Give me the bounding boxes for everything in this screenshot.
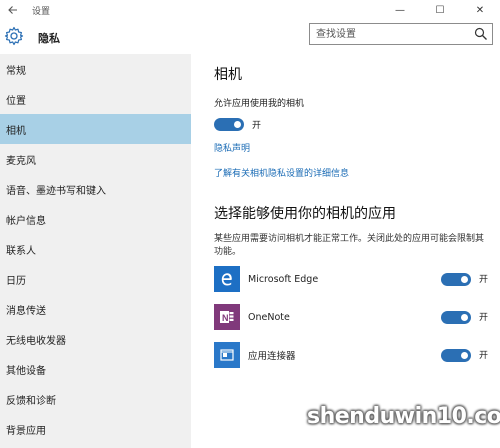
page-title: 隐私 (38, 32, 60, 45)
close-button[interactable]: ✕ (460, 0, 500, 20)
sidebar-item-feedback[interactable]: 反馈和诊断 (0, 384, 191, 414)
privacy-statement-link[interactable]: 隐私声明 (214, 141, 494, 154)
main-content: 相机 允许应用使用我的相机 开 隐私声明 了解有关相机隐私设置的详细信息 选择能… (214, 54, 494, 259)
edge-camera-toggle[interactable] (441, 273, 471, 286)
app-state: 开 (479, 351, 489, 361)
back-button[interactable] (0, 0, 26, 20)
sidebar: 常规 位置 相机 麦克风 语音、墨迹书写和键入 帐户信息 联系人 日历 消息传送… (0, 54, 191, 448)
apps-description: 某些应用需要访问相机才能正常工作。关闭此处的应用可能会限制其功能。 (214, 234, 485, 257)
choose-apps-heading: 选择能够使用你的相机的应用 (214, 206, 396, 222)
sidebar-item-messaging[interactable]: 消息传送 (0, 294, 191, 324)
edge-glyph (221, 273, 232, 286)
sidebar-item-camera[interactable]: 相机 (0, 114, 191, 144)
allow-toggle-row: 开 (214, 117, 494, 131)
app-connector-icon (214, 342, 240, 368)
title-bar: 设置 — ☐ ✕ (0, 0, 500, 20)
onenote-icon: N (214, 304, 240, 330)
window-controls: — ☐ ✕ (380, 0, 500, 20)
sidebar-item-other-devices[interactable]: 其他设备 (0, 354, 191, 384)
sidebar-item-location[interactable]: 位置 (0, 84, 191, 114)
connector-glyph (220, 349, 234, 361)
allow-caption: 允许应用使用我的相机 (214, 99, 305, 109)
sidebar-item-microphone[interactable]: 麦克风 (0, 144, 191, 174)
search-input[interactable] (310, 24, 470, 44)
gear-icon (4, 26, 24, 46)
sidebar-item-background-apps[interactable]: 背景应用 (0, 414, 191, 444)
app-row-connector: 应用连接器 开 (214, 341, 494, 369)
search-box[interactable] (309, 23, 493, 45)
app-state: 开 (479, 313, 489, 323)
maximize-button[interactable]: ☐ (420, 0, 460, 20)
allow-camera-toggle[interactable] (214, 117, 244, 131)
app-title: 设置 (32, 6, 51, 17)
sidebar-item-account-info[interactable]: 帐户信息 (0, 204, 191, 234)
toggle-knob (234, 120, 241, 128)
onenote-glyph: N (220, 311, 234, 323)
minimize-button[interactable]: — (380, 0, 420, 20)
app-name: Microsoft Edge (248, 273, 319, 285)
watermark: shenduwin10.com (307, 404, 500, 429)
app-state: 开 (479, 275, 489, 285)
toggle-knob (461, 276, 468, 283)
app-name: 应用连接器 (248, 351, 296, 362)
search-icon[interactable] (474, 27, 488, 41)
learn-more-link[interactable]: 了解有关相机隐私设置的详细信息 (214, 166, 494, 179)
allow-toggle-state: 开 (252, 120, 262, 131)
arrow-left-icon (8, 6, 17, 14)
toggle-knob (461, 352, 468, 359)
svg-text:N: N (222, 313, 229, 323)
app-row-onenote: N OneNote 开 (214, 303, 494, 331)
section-heading: 相机 (214, 67, 242, 83)
connector-camera-toggle[interactable] (441, 349, 471, 362)
sidebar-item-contacts[interactable]: 联系人 (0, 234, 191, 264)
sidebar-item-calendar[interactable]: 日历 (0, 264, 191, 294)
app-row-edge: Microsoft Edge 开 (214, 265, 494, 293)
toggle-knob (461, 314, 468, 321)
edge-icon (214, 266, 240, 292)
sidebar-item-speech[interactable]: 语音、墨迹书写和键入 (0, 174, 191, 204)
onenote-camera-toggle[interactable] (441, 311, 471, 324)
app-name: OneNote (248, 311, 290, 323)
sidebar-item-radios[interactable]: 无线电收发器 (0, 324, 191, 354)
header: 隐私 (0, 20, 500, 54)
sidebar-item-general[interactable]: 常规 (0, 54, 191, 84)
